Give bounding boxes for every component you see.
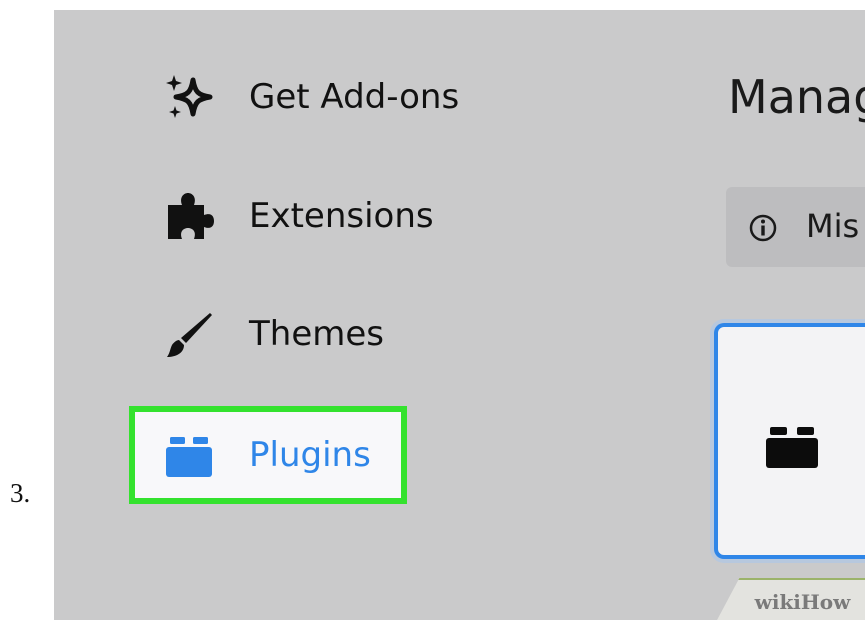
sidebar-item-extensions[interactable]: Extensions: [164, 186, 434, 246]
sidebar-item-plugins[interactable]: Plugins: [164, 425, 371, 485]
sidebar-item-get-add-ons[interactable]: Get Add-ons: [164, 67, 459, 127]
sidebar-item-label: Plugins: [249, 435, 371, 475]
info-icon: [748, 213, 778, 247]
sidebar-item-themes[interactable]: Themes: [164, 304, 384, 364]
step-number: 3.: [10, 478, 31, 508]
notice-bar: Mis: [726, 187, 865, 267]
paintbrush-icon: [164, 309, 214, 359]
add-ons-manager-panel: Get Add-ons Extensions Themes Plugins Ma…: [54, 10, 865, 620]
page-title: Manag: [728, 70, 865, 124]
wikihow-watermark: wikiHow: [716, 578, 865, 620]
notice-text: Mis: [806, 207, 860, 245]
sidebar-item-label: Extensions: [249, 196, 434, 236]
puzzle-piece-icon: [164, 191, 214, 241]
sidebar-item-label: Get Add-ons: [249, 77, 460, 117]
plugin-brick-icon: [764, 421, 820, 475]
plugin-card[interactable]: [714, 323, 865, 559]
plugin-brick-icon: [164, 430, 214, 480]
sidebar-item-label: Themes: [249, 314, 384, 354]
sparkle-icon: [164, 72, 214, 122]
watermark-text: wikiHow: [754, 590, 851, 614]
